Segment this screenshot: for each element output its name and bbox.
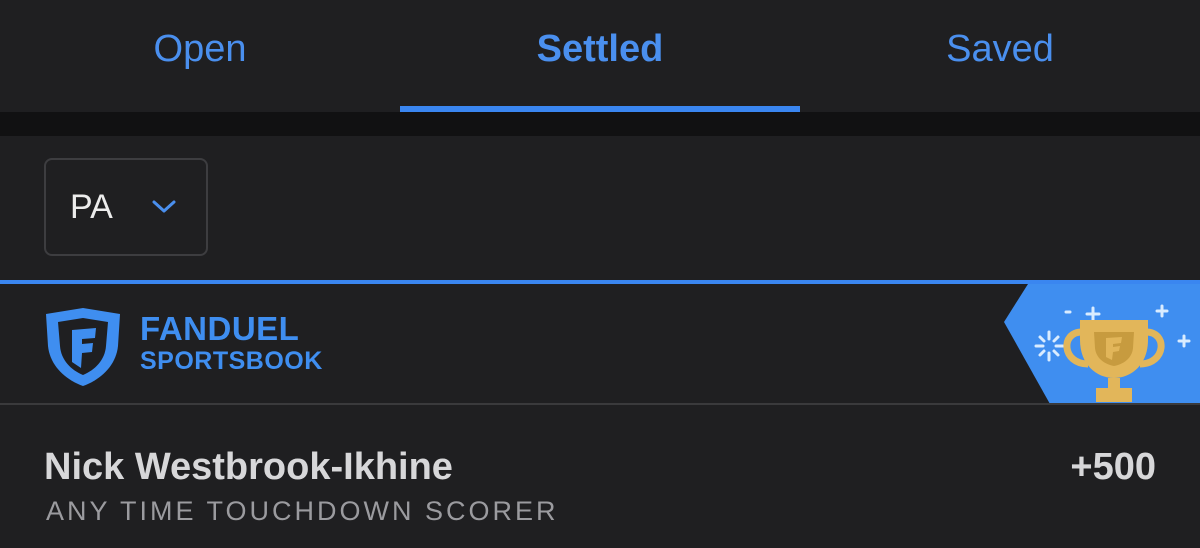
fanduel-wordmark: FANDUEL SPORTSBOOK	[140, 312, 323, 376]
brand-line-2: SPORTSBOOK	[140, 347, 323, 375]
state-dropdown-value: PA	[70, 187, 113, 226]
bet-selection-name: Nick Westbrook-Ikhine	[44, 446, 453, 488]
tab-saved[interactable]: Saved	[800, 0, 1200, 112]
tab-open[interactable]: Open	[0, 0, 400, 112]
brand-line-1: FANDUEL	[140, 310, 300, 347]
state-dropdown[interactable]: PA	[44, 158, 208, 256]
trophy-icon	[1004, 284, 1200, 404]
card-divider	[0, 403, 1200, 405]
chevron-down-icon	[152, 200, 176, 213]
bet-odds: +500	[1070, 446, 1156, 488]
bet-card-header: FANDUEL SPORTSBOOK	[0, 284, 1200, 404]
bet-status-tabs: Open Settled Saved	[0, 0, 1200, 112]
bet-market: ANY TIME TOUCHDOWN SCORER	[46, 496, 559, 526]
section-divider	[0, 112, 1200, 136]
tab-settled[interactable]: Settled	[400, 0, 800, 112]
fanduel-shield-logo-icon	[46, 308, 120, 386]
